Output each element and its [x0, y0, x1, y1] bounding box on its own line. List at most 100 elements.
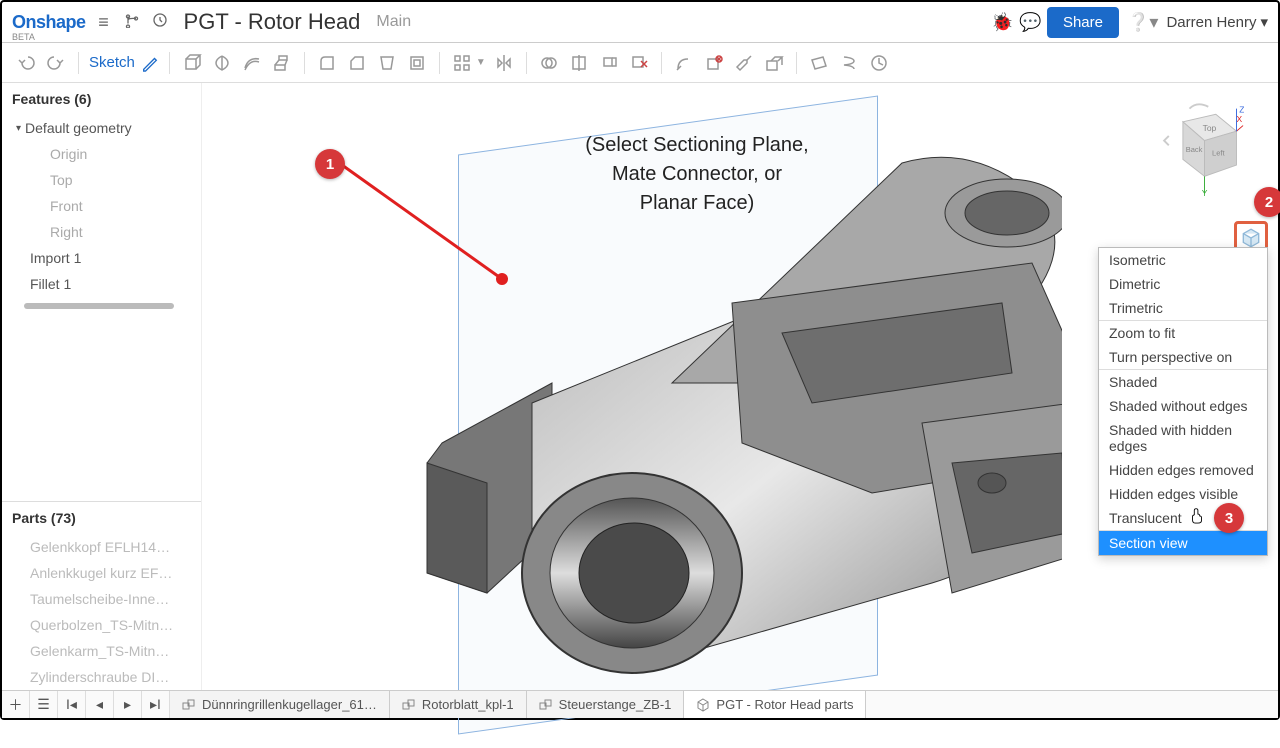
part-item[interactable]: Anlenkkugel kurz EF… [2, 560, 201, 586]
redo-icon[interactable] [44, 51, 68, 75]
move-face-icon[interactable] [732, 51, 756, 75]
branch-icon[interactable] [122, 12, 142, 33]
chevron-down-icon: ▾ [1260, 13, 1268, 31]
callout-1: 1 [315, 149, 345, 179]
part-item[interactable]: Zylinderschraube DI… [2, 664, 201, 690]
dropdown-caret-icon[interactable]: ▼ [476, 57, 486, 68]
logo-beta: BETA [12, 32, 35, 42]
split-icon[interactable] [567, 51, 591, 75]
share-button[interactable]: Share [1047, 7, 1119, 38]
tab-active[interactable]: PGT - Rotor Head parts [684, 691, 866, 718]
tab[interactable]: Dünnringrillenkugellager_61… [170, 691, 390, 718]
tree-root[interactable]: ▾ Default geometry [2, 115, 201, 141]
user-menu[interactable]: Darren Henry ▾ [1166, 13, 1268, 31]
revolve-icon[interactable] [210, 51, 234, 75]
tree-origin[interactable]: Origin [2, 141, 201, 167]
menu-icon[interactable]: ≡ [94, 12, 114, 33]
annotation-line: Planar Face) [640, 192, 755, 214]
variables-icon[interactable] [867, 51, 891, 75]
menu-trimetric[interactable]: Trimetric [1099, 296, 1267, 320]
loft-icon[interactable] [270, 51, 294, 75]
helix-icon[interactable] [837, 51, 861, 75]
logo-text: Onshape [12, 12, 86, 32]
parts-header: Parts (73) [2, 502, 201, 534]
tab-list-button[interactable]: ☰ [30, 691, 58, 718]
document-title[interactable]: PGT - Rotor Head [184, 9, 361, 35]
graphics-canvas[interactable]: (Select Sectioning Plane, Mate Connector… [202, 83, 1278, 690]
menu-zoom-fit[interactable]: Zoom to fit [1099, 321, 1267, 345]
delete-part-icon[interactable] [627, 51, 651, 75]
tree-top[interactable]: Top [2, 167, 201, 193]
tab[interactable]: Rotorblatt_kpl-1 [390, 691, 527, 718]
prev-tab-button[interactable]: ◂ [86, 691, 114, 718]
plane-icon[interactable] [807, 51, 831, 75]
callout-number: 1 [326, 156, 334, 173]
part-item[interactable]: Taumelscheibe-Inne… [2, 586, 201, 612]
menu-shaded-noedge[interactable]: Shaded without edges [1099, 394, 1267, 418]
tab-label: Steuerstange_ZB-1 [559, 697, 672, 712]
help-icon[interactable]: ❔▾ [1127, 12, 1158, 33]
chamfer-icon[interactable] [345, 51, 369, 75]
tree-front[interactable]: Front [2, 193, 201, 219]
sweep-icon[interactable] [240, 51, 264, 75]
view-context-menu: Isometric Dimetric Trimetric Zoom to fit… [1098, 247, 1268, 556]
caret-down-icon: ▾ [16, 123, 21, 134]
menu-shaded-hidden[interactable]: Shaded with hidden edges [1099, 418, 1267, 458]
tree-right[interactable]: Right [2, 219, 201, 245]
callout-number: 2 [1265, 194, 1273, 211]
tree-import[interactable]: Import 1 [2, 245, 201, 271]
modify-fillet-icon[interactable] [672, 51, 696, 75]
svg-text:Top: Top [1203, 123, 1217, 133]
part-item[interactable]: Gelenkkopf EFLH14… [2, 534, 201, 560]
delete-face-icon[interactable] [702, 51, 726, 75]
menu-isometric[interactable]: Isometric [1099, 248, 1267, 272]
add-tab-button[interactable]: ＋ [2, 691, 30, 718]
part-item[interactable]: Gelenkarm_TS-Mitn… [2, 638, 201, 664]
callout-2: 2 [1254, 187, 1280, 217]
undo-icon[interactable] [14, 51, 38, 75]
top-bar: Onshape BETA ≡ PGT - Rotor Head Main 🐞 💬… [2, 2, 1278, 43]
bug-icon[interactable]: 🐞 [991, 12, 1011, 33]
sketch-label: Sketch [89, 54, 135, 71]
menu-perspective[interactable]: Turn perspective on [1099, 345, 1267, 369]
menu-hidden-visible[interactable]: Hidden edges visible [1099, 482, 1267, 506]
svg-text:Y: Y [1202, 188, 1208, 197]
sketch-button[interactable]: Sketch [89, 54, 159, 72]
tab-label: PGT - Rotor Head parts [716, 697, 853, 712]
part-item[interactable]: Querbolzen_TS-Mitn… [2, 612, 201, 638]
menu-hidden-removed[interactable]: Hidden edges removed [1099, 458, 1267, 482]
next-tab-button[interactable]: ▸ [114, 691, 142, 718]
menu-section-view[interactable]: Section view [1099, 531, 1267, 555]
scrollbar[interactable] [24, 303, 174, 309]
menu-shaded[interactable]: Shaded [1099, 370, 1267, 394]
features-header: Features (6) [2, 83, 201, 115]
shell-icon[interactable] [405, 51, 429, 75]
first-tab-button[interactable]: I◂ [58, 691, 86, 718]
view-cube[interactable]: Top Back Left Y X Z [1150, 103, 1244, 197]
tab-label: Dünnringrillenkugellager_61… [202, 697, 377, 712]
svg-text:X: X [1236, 114, 1242, 124]
menu-dimetric[interactable]: Dimetric [1099, 272, 1267, 296]
boolean-icon[interactable] [537, 51, 561, 75]
tree-fillet[interactable]: Fillet 1 [2, 271, 201, 297]
model-view[interactable] [312, 153, 1062, 743]
fillet-icon[interactable] [315, 51, 339, 75]
tab[interactable]: Steuerstange_ZB-1 [527, 691, 685, 718]
history-icon[interactable] [150, 12, 170, 33]
transform-icon[interactable] [597, 51, 621, 75]
tree-root-label: Default geometry [25, 120, 132, 136]
logo[interactable]: Onshape BETA [12, 12, 86, 33]
pattern-icon[interactable] [450, 51, 474, 75]
toolbar: Sketch ▼ [2, 43, 1278, 83]
draft-icon[interactable] [375, 51, 399, 75]
annotation-text: (Select Sectioning Plane, Mate Connector… [562, 131, 832, 218]
comment-icon[interactable]: 💬 [1019, 12, 1039, 33]
assembly-icon [182, 698, 196, 712]
last-tab-button[interactable]: ▸I [142, 691, 170, 718]
mirror-icon[interactable] [492, 51, 516, 75]
assembly-icon [539, 698, 553, 712]
replace-face-icon[interactable] [762, 51, 786, 75]
branch-label[interactable]: Main [376, 13, 411, 31]
part-studio-icon [696, 698, 710, 712]
extrude-icon[interactable] [180, 51, 204, 75]
